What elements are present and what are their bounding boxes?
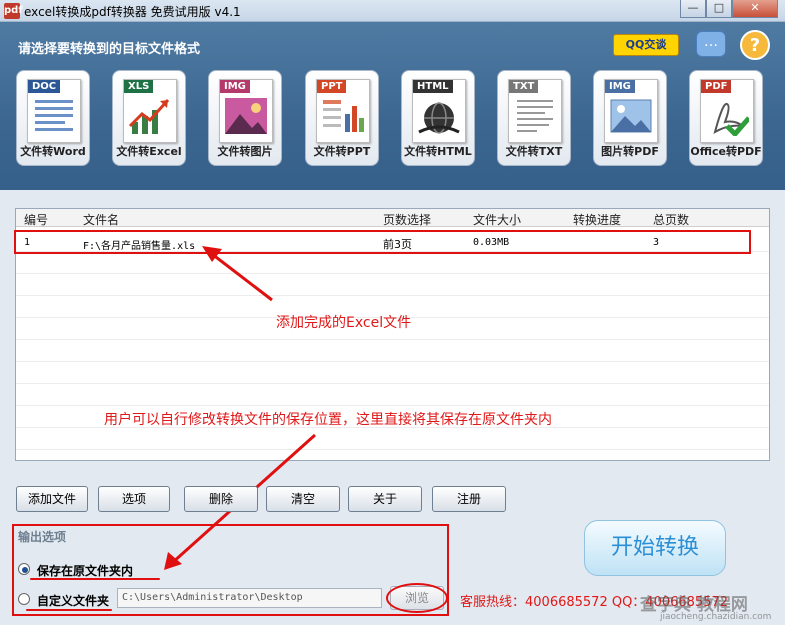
watermark-url: jiaocheng.chazidian.com bbox=[660, 612, 772, 622]
register-button[interactable]: 注册 bbox=[432, 486, 506, 512]
options-button[interactable]: 选项 bbox=[98, 486, 170, 512]
delete-button[interactable]: 删除 bbox=[184, 486, 258, 512]
radio-custom-folder[interactable] bbox=[18, 593, 30, 605]
option-custom-label[interactable]: 自定义文件夹 bbox=[37, 592, 109, 609]
underline-annotation bbox=[30, 578, 160, 580]
option-original-label[interactable]: 保存在原文件夹内 bbox=[37, 562, 133, 579]
output-options-title: 输出选项 bbox=[18, 530, 67, 544]
underline-annotation bbox=[26, 609, 112, 611]
radio-original-folder[interactable] bbox=[18, 563, 30, 575]
clear-button[interactable]: 清空 bbox=[266, 486, 340, 512]
add-file-button[interactable]: 添加文件 bbox=[16, 486, 88, 512]
about-button[interactable]: 关于 bbox=[348, 486, 422, 512]
start-convert-button[interactable]: 开始转换 bbox=[584, 520, 726, 576]
browse-ring-annotation bbox=[386, 583, 448, 613]
output-path-input[interactable]: C:\Users\Administrator\Desktop bbox=[117, 588, 382, 608]
